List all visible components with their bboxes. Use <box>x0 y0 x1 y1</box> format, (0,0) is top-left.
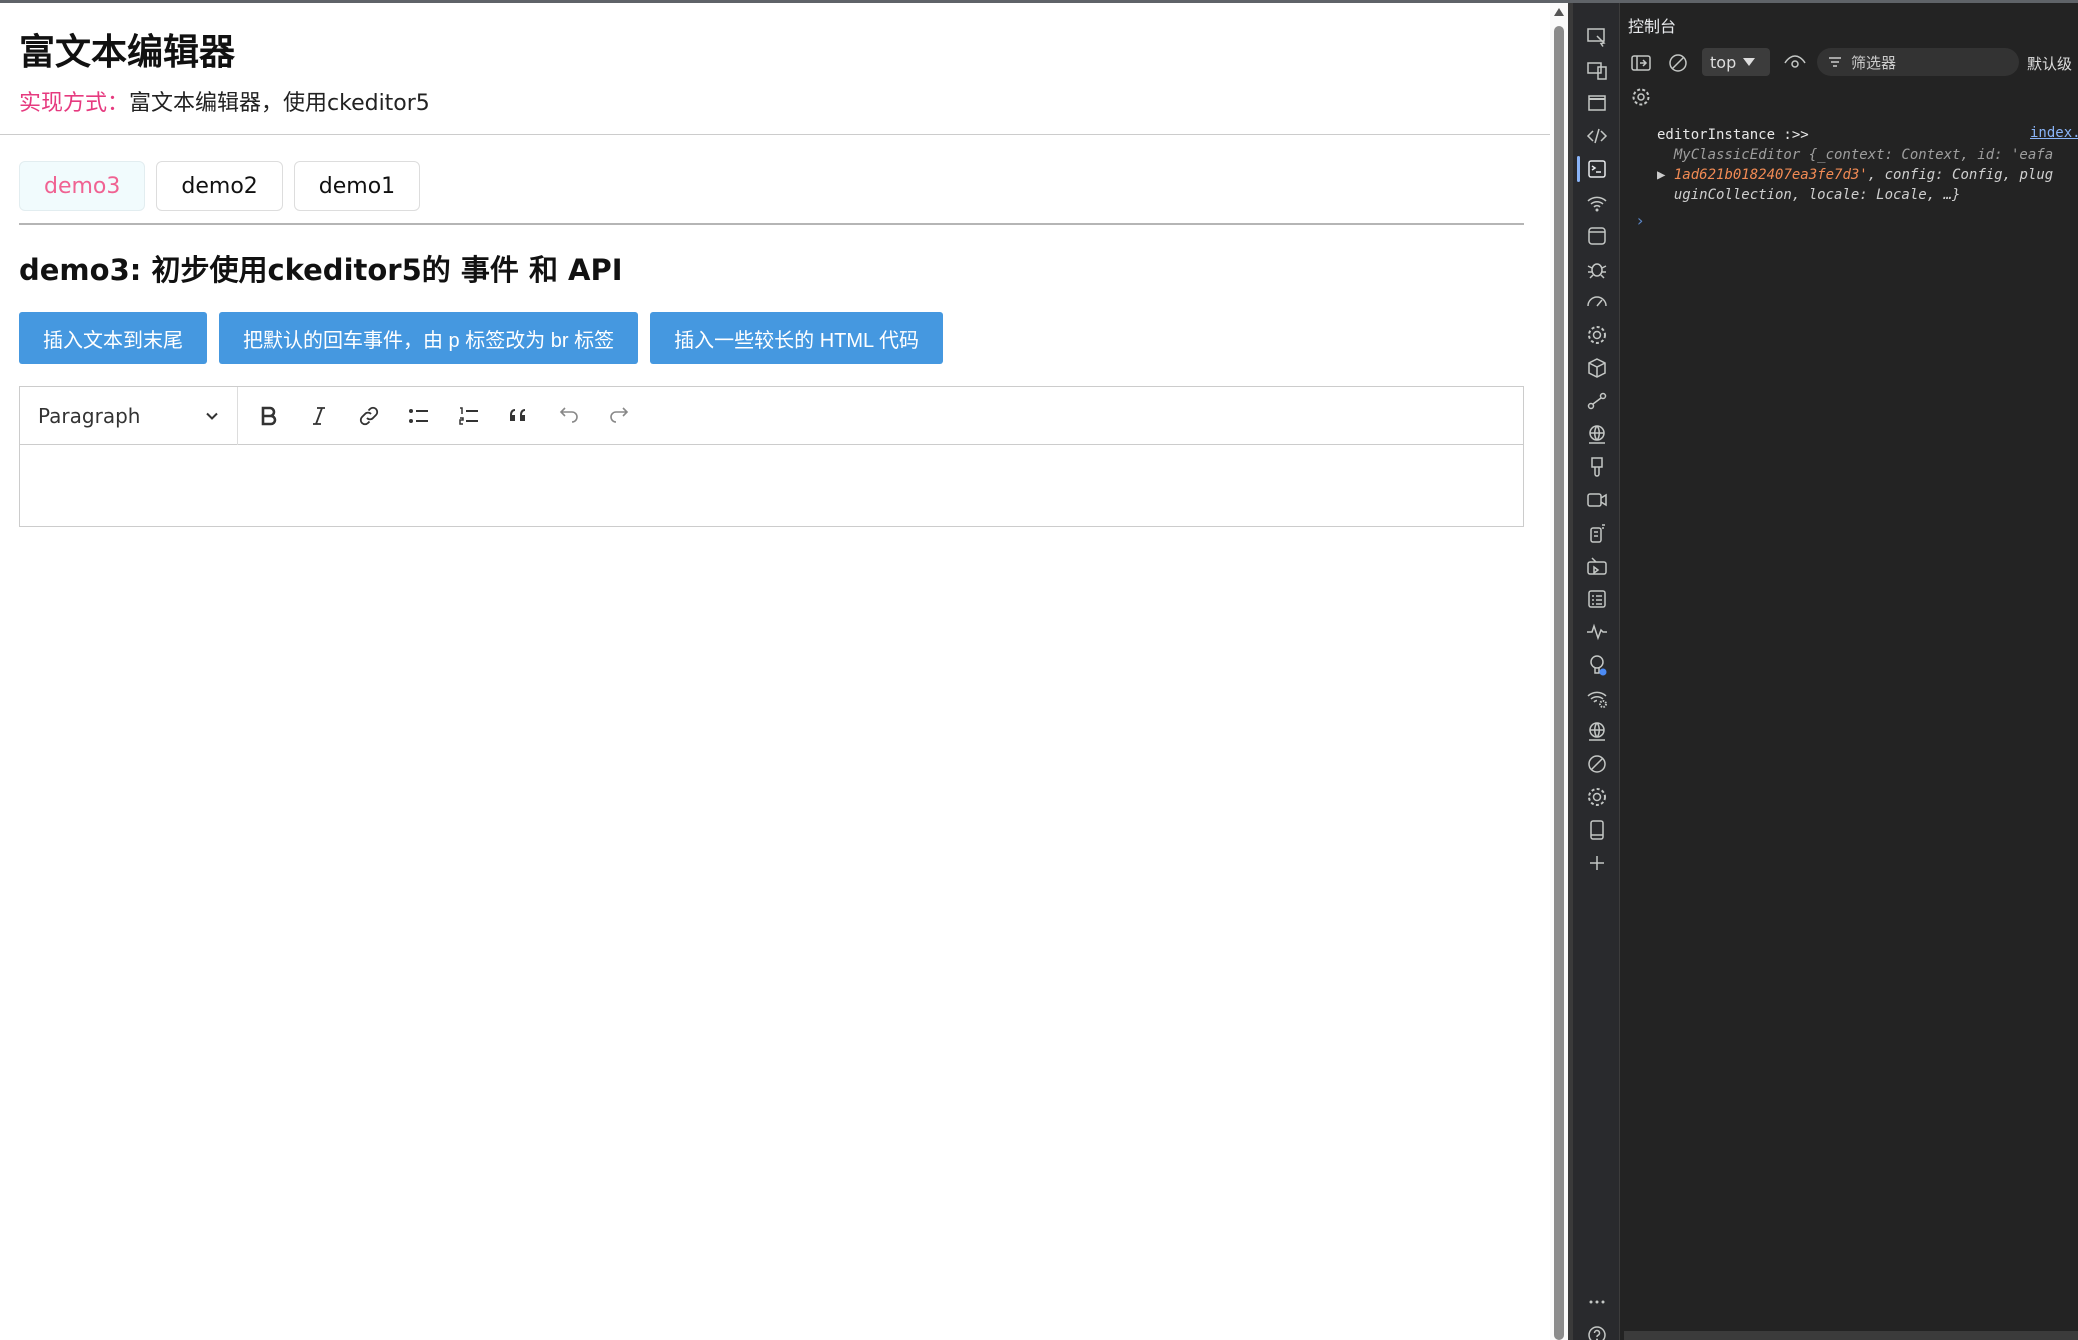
italic-icon <box>313 406 325 425</box>
log-object-id: 1ad621b0182407ea3fe7d3' <box>1673 167 1868 183</box>
console-settings-icon[interactable] <box>1629 85 1653 109</box>
memory-icon[interactable] <box>1583 519 1611 547</box>
paint-brush-icon[interactable] <box>1583 453 1611 481</box>
insert-text-end-button[interactable]: 插入文本到末尾 <box>19 312 207 364</box>
network-globe-icon[interactable] <box>1583 420 1611 448</box>
filter-input[interactable]: 筛选器 <box>1817 48 2019 76</box>
link-icon <box>359 406 379 425</box>
block-icon[interactable] <box>1583 750 1611 778</box>
context-selector-value: top <box>1710 52 1737 72</box>
block-quote-icon <box>510 408 525 421</box>
log-object-line1: MyClassicEditor {_context: Context, id: … <box>1673 147 2054 163</box>
numbered-list-icon <box>459 406 478 425</box>
active-panel-indicator <box>1577 156 1580 182</box>
console-title: 控制台 <box>1628 17 1677 36</box>
device-icon[interactable] <box>1583 56 1611 84</box>
bulleted-list-icon <box>409 408 428 423</box>
console-horizontal-scrollbar[interactable] <box>1624 1331 2078 1340</box>
help-icon[interactable] <box>1583 1321 1611 1340</box>
enter-br-button[interactable]: 把默认的回车事件，由 p 标签改为 br 标签 <box>219 312 639 364</box>
caret-down-icon <box>1743 58 1756 66</box>
heading-dropdown-label: Paragraph <box>38 403 141 428</box>
heading-dropdown[interactable]: Paragraph <box>20 386 238 445</box>
application-icon[interactable] <box>1583 222 1611 250</box>
tab-demo2[interactable]: demo2 <box>156 161 283 211</box>
expand-triangle-icon[interactable]: ▶ <box>1657 167 1665 183</box>
console-log-entry: editorInstance :>> MyClassicEditor {_con… <box>1657 125 2053 205</box>
performance-icon[interactable] <box>1583 288 1611 316</box>
console-prompt-chevron-icon[interactable]: › <box>1637 211 1643 230</box>
sidebar-toggle-icon[interactable] <box>1629 51 1653 75</box>
insert-html-button[interactable]: 插入一些较长的 HTML 代码 <box>650 312 943 364</box>
media-icon[interactable] <box>1583 552 1611 580</box>
globe-icon[interactable] <box>1583 717 1611 745</box>
tabs-divider <box>19 223 1524 225</box>
undo-button[interactable] <box>544 391 594 441</box>
editor-content[interactable] <box>20 445 1523 526</box>
console-icon[interactable] <box>1583 155 1611 183</box>
tab-demo3[interactable]: demo3 <box>19 161 146 211</box>
page-title: 富文本编辑器 <box>19 32 236 73</box>
editor-toolbar: Paragraph <box>20 386 1523 445</box>
filter-icon <box>1829 57 1841 67</box>
log-object-line2: , config: Config, plug <box>1867 167 2054 183</box>
network-conditions-icon[interactable] <box>1583 684 1611 712</box>
settings-gear-icon[interactable] <box>1583 321 1611 349</box>
action-buttons: 插入文本到末尾 把默认的回车事件，由 p 标签改为 br 标签 插入一些较长的 … <box>19 312 943 364</box>
implementation-value: 富文本编辑器，使用ckeditor5 <box>129 91 430 116</box>
scrollbar-thumb[interactable] <box>1554 26 1564 1340</box>
ckeditor: Paragraph <box>19 386 1524 527</box>
filter-placeholder: 筛选器 <box>1851 53 1897 72</box>
section-title: demo3: 初步使用ckeditor5的 事件 和 API <box>19 253 623 287</box>
link-button[interactable] <box>344 391 394 441</box>
devtools-activity-bar <box>1573 3 1620 1340</box>
device-mode-icon[interactable] <box>1583 816 1611 844</box>
bold-button[interactable] <box>244 391 294 441</box>
page-scrollbar[interactable] <box>1550 3 1568 1340</box>
redo-button[interactable] <box>594 391 644 441</box>
bulleted-list-button[interactable] <box>394 391 444 441</box>
default-levels-dropdown[interactable]: 默认级 <box>2027 53 2072 74</box>
demo-tabs: demo3 demo2 demo1 <box>19 161 421 211</box>
log-label: editorInstance :>> <box>1657 127 1809 143</box>
italic-button[interactable] <box>294 391 344 441</box>
header-divider <box>0 134 1550 135</box>
recorder-icon[interactable] <box>1583 387 1611 415</box>
sensors-gear-icon[interactable] <box>1583 783 1611 811</box>
scroll-up-arrow-icon[interactable] <box>1554 8 1564 16</box>
implementation-line: 实现方式：富文本编辑器，使用ckeditor5 <box>19 85 430 117</box>
live-expression-eye-icon[interactable] <box>1783 51 1807 75</box>
box-icon[interactable] <box>1583 354 1611 382</box>
undo-icon <box>559 406 578 423</box>
video-icon[interactable] <box>1583 486 1611 514</box>
context-selector[interactable]: top <box>1702 48 1770 76</box>
add-icon[interactable] <box>1583 849 1611 877</box>
clear-console-icon[interactable] <box>1666 51 1690 75</box>
numbered-list-button[interactable] <box>444 391 494 441</box>
implementation-key: 实现方式： <box>19 91 130 116</box>
lighthouse-icon[interactable] <box>1583 651 1611 679</box>
tab-demo1[interactable]: demo1 <box>293 161 421 211</box>
chevron-down-icon <box>206 412 218 420</box>
more-icon[interactable] <box>1583 1288 1611 1316</box>
devtools-console-panel: 控制台 top 筛选器 默认级 editorInstance :>> MyCla… <box>1620 3 2078 1340</box>
activity-icon[interactable] <box>1583 618 1611 646</box>
log-object-line3: uginCollection, locale: Locale, …} <box>1673 187 1961 203</box>
log-source-link[interactable]: index. <box>2030 125 2078 141</box>
sources-code-icon[interactable] <box>1583 122 1611 150</box>
elements-window-icon[interactable] <box>1583 89 1611 117</box>
bold-icon <box>261 406 277 425</box>
inspect-icon[interactable] <box>1583 23 1611 51</box>
screen: 富文本编辑器 实现方式：富文本编辑器，使用ckeditor5 demo3 dem… <box>0 0 2078 1340</box>
issues-list-icon[interactable] <box>1583 585 1611 613</box>
network-wifi-icon[interactable] <box>1583 189 1611 217</box>
block-quote-button[interactable] <box>494 391 544 441</box>
debug-bug-icon[interactable] <box>1583 255 1611 283</box>
redo-icon <box>610 406 629 423</box>
page: 富文本编辑器 实现方式：富文本编辑器，使用ckeditor5 demo3 dem… <box>0 3 1550 1340</box>
